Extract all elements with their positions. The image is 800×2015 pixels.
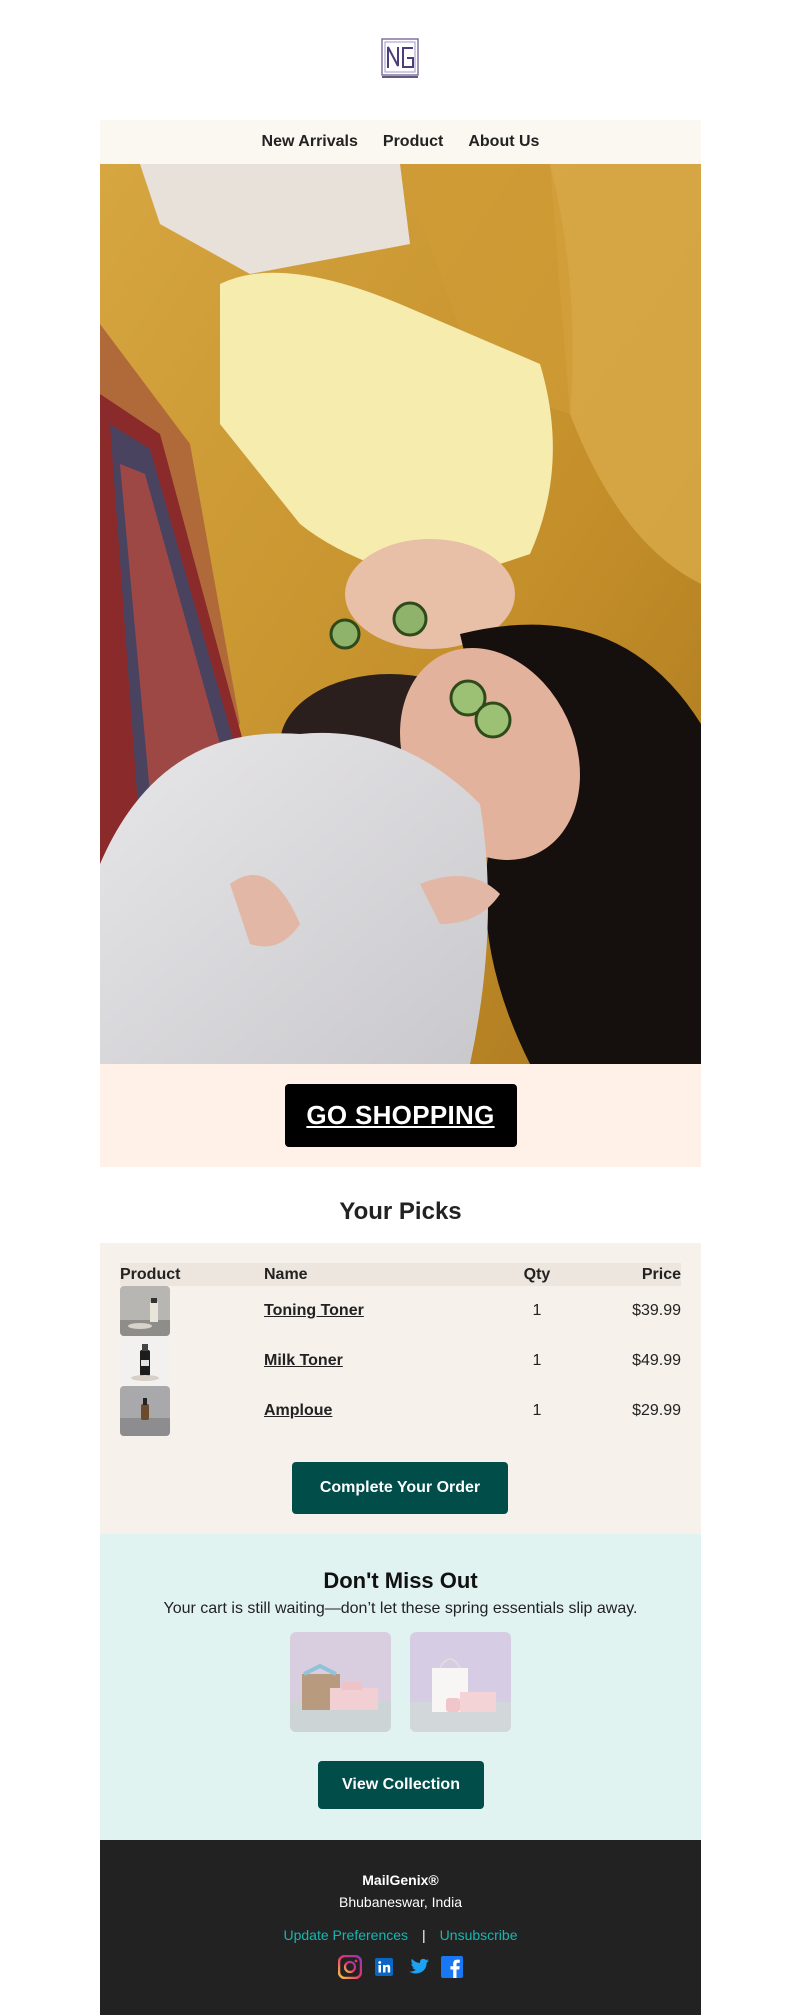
ng-logo-icon[interactable] [381,38,419,78]
header-price: Price [641,1265,681,1283]
cta-band: GO SHOPPING [100,1064,701,1167]
nav-about-us[interactable]: About Us [468,133,539,151]
nav-product[interactable]: Product [383,133,443,151]
product-name-link[interactable]: Toning Toner [264,1302,364,1320]
hero-image [100,164,701,1064]
top-nav: New Arrivals Product About Us [100,120,701,164]
miss-subtitle: Your cart is still waiting—don’t let the… [163,1600,638,1617]
product-name-link[interactable]: Milk Toner [264,1352,343,1370]
view-collection-button[interactable]: View Collection [318,1761,484,1809]
product-price: $39.99 [632,1302,681,1319]
facebook-icon[interactable] [440,1955,464,1979]
product-price: $49.99 [632,1352,681,1369]
nav-new-arrivals[interactable]: New Arrivals [262,133,358,151]
footer: MailGenix® Bhubaneswar, India Update Pre… [100,1840,701,2015]
footer-brand: MailGenix® [362,1872,439,1888]
dont-miss-out-section: Don't Miss Out Your cart is still waitin… [100,1534,701,1840]
unsubscribe-link[interactable]: Unsubscribe [440,1927,518,1943]
social-icons [100,1954,701,1980]
footer-separator: | [422,1927,426,1943]
product-qty: 1 [532,1352,542,1369]
picks-table: Product Name Qty Price Toning Toner 1 $3… [120,1263,681,1436]
miss-title: Don't Miss Out [323,1568,478,1593]
update-preferences-link[interactable]: Update Preferences [284,1927,409,1943]
table-header: Product Name Qty Price [120,1263,681,1286]
header-name: Name [264,1265,308,1283]
header-product: Product [120,1265,181,1283]
table-row: Toning Toner 1 $39.99 [120,1286,681,1336]
product-qty: 1 [532,1302,542,1319]
product-qty: 1 [532,1402,542,1419]
footer-location: Bhubaneswar, India [339,1894,462,1910]
table-row: Amploue 1 $29.99 [120,1386,681,1436]
milk-toner-bottle-thumb[interactable] [120,1336,170,1386]
product-name-link[interactable]: Amploue [264,1402,332,1420]
twitter-icon[interactable] [406,1955,430,1979]
instagram-icon[interactable] [337,1954,362,1980]
shopping-bag-thumb[interactable] [410,1632,511,1732]
gift-box-thumb[interactable] [290,1632,391,1732]
header-qty: Qty [523,1265,551,1283]
product-price: $29.99 [632,1402,681,1419]
footer-links: Update Preferences | Unsubscribe [100,1927,701,1943]
linkedin-icon[interactable] [372,1955,396,1979]
toner-bottle-thumb[interactable] [120,1286,170,1336]
go-shopping-button[interactable]: GO SHOPPING [284,1084,517,1147]
complete-order-button[interactable]: Complete Your Order [292,1462,508,1514]
picks-section: Product Name Qty Price Toning Toner 1 $3… [100,1243,701,1534]
email-page: New Arrivals Product About Us GO SHOPPIN… [0,0,800,2015]
table-row: Milk Toner 1 $49.99 [120,1336,681,1386]
ampoule-bottle-thumb[interactable] [120,1386,170,1436]
picks-title: Your Picks [339,1198,462,1225]
